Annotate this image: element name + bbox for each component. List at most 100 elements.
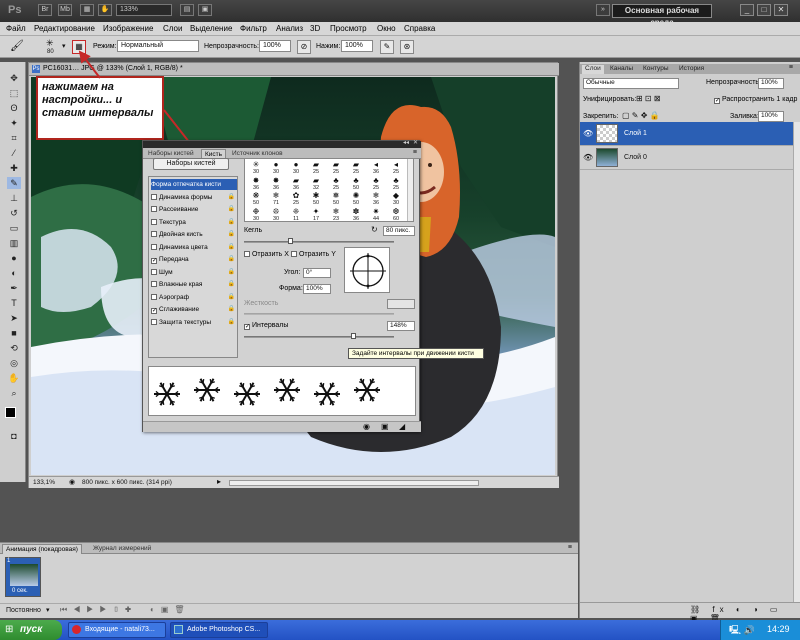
tab-history[interactable]: История xyxy=(676,65,707,74)
spacing-slider-knob[interactable] xyxy=(351,333,357,339)
brush-tip[interactable]: ♣ 25 xyxy=(367,176,385,191)
tab-measurement-log[interactable]: Журнал измерений xyxy=(90,544,154,554)
brush-tip[interactable]: ▰ 25 xyxy=(347,160,365,175)
checkbox-icon[interactable] xyxy=(151,281,157,287)
flip-x-box[interactable] xyxy=(244,251,250,257)
brush-tip[interactable]: ♣ 25 xyxy=(327,176,345,191)
brush-tip[interactable]: ▰ 32 xyxy=(307,176,325,191)
layers-menu-icon[interactable]: ≡ xyxy=(789,64,793,71)
propagate-check-icon[interactable]: ✓ xyxy=(714,98,720,104)
lock-icon[interactable]: 🔒 xyxy=(228,254,235,265)
checkbox-icon[interactable] xyxy=(151,206,157,212)
brush-option-item[interactable]: ✓ Сглаживание 🔒 xyxy=(151,304,237,315)
angle-input[interactable]: 0° xyxy=(303,268,331,278)
lock-icons[interactable]: ▢ ✎ ✥ 🔒 xyxy=(622,111,660,120)
loop-select[interactable]: Постоянно xyxy=(6,607,41,614)
frame-action-icons[interactable]: ◐▣🗑 xyxy=(150,605,191,614)
brush-tip[interactable]: ● 30 xyxy=(267,160,285,175)
panel-close-icon[interactable]: ✕ xyxy=(413,139,418,146)
animation-frame-1[interactable]: 1 0 сек. xyxy=(5,557,41,597)
brush-tip[interactable]: ◂ 25 xyxy=(387,160,405,175)
checkbox-icon[interactable] xyxy=(151,193,157,200)
collapse-icon[interactable]: ◂◂ xyxy=(403,139,409,146)
brush-tip[interactable]: ◂ 36 xyxy=(367,160,385,175)
size-slider-knob[interactable] xyxy=(287,238,293,244)
fill-input[interactable]: 100% xyxy=(758,111,784,122)
lock-icon[interactable]: 🔒 xyxy=(228,242,235,253)
brush-panel-titlebar[interactable]: ◂◂ ✕ xyxy=(143,139,421,148)
checkbox-icon[interactable] xyxy=(151,318,157,325)
brush-tip[interactable]: ❄ 23 xyxy=(327,207,345,222)
new-brush-icon[interactable]: ▣ xyxy=(381,422,389,431)
spacing-check-icon[interactable]: ✓ xyxy=(244,324,250,330)
brush-tip[interactable]: ♣ 25 xyxy=(387,176,405,191)
layer-opacity-input[interactable]: 100% xyxy=(758,78,784,89)
brush-tip[interactable]: ✦ 17 xyxy=(307,207,325,222)
brush-tip[interactable]: ● 30 xyxy=(287,160,305,175)
brush-tip[interactable]: ❈ 11 xyxy=(287,207,305,222)
loop-dropdown-icon[interactable]: ▾ xyxy=(46,606,50,614)
eye-icon[interactable]: 👁 xyxy=(583,153,593,162)
panel-menu-icon[interactable]: ≡ xyxy=(413,149,417,156)
spacing-input[interactable]: 148% xyxy=(387,321,415,331)
brush-tip[interactable]: ❊ 30 xyxy=(267,207,285,222)
tab-animation[interactable]: Анимация (покадровая) xyxy=(2,544,82,554)
lock-icon[interactable]: 🔒 xyxy=(228,304,235,315)
brush-tip[interactable]: ✺ 50 xyxy=(347,191,365,206)
brush-presets-button[interactable]: Наборы кистей xyxy=(153,158,229,170)
brush-tip[interactable]: ◆ 30 xyxy=(387,191,405,206)
lock-icon[interactable]: 🔒 xyxy=(228,217,235,228)
checkbox-icon[interactable] xyxy=(151,268,157,275)
tab-layers[interactable]: Слои xyxy=(582,65,604,74)
lock-icon[interactable]: 🔒 xyxy=(228,204,235,215)
brush-tip[interactable]: ❋ 50 xyxy=(247,191,265,206)
brush-tip[interactable]: ✱ 50 xyxy=(307,191,325,206)
brush-tip[interactable]: ❅ 50 xyxy=(327,191,345,206)
checkbox-icon[interactable] xyxy=(151,243,157,250)
taskbar-item-opera[interactable]: Входящие - natali73... xyxy=(68,622,166,638)
checkbox-icon[interactable]: ✓ xyxy=(151,308,157,314)
brush-tip[interactable]: ❄ 71 xyxy=(267,191,285,206)
tip-grid-scrollbar[interactable] xyxy=(407,159,413,221)
brush-option-item[interactable]: Двойная кисть 🔒 xyxy=(151,229,237,240)
brush-tip[interactable]: ✿ 25 xyxy=(287,191,305,206)
tab-paths[interactable]: Контуры xyxy=(640,65,672,74)
roundness-input[interactable]: 100% xyxy=(303,284,331,294)
lock-icon[interactable]: 🔒 xyxy=(228,292,235,303)
taskbar-item-photoshop[interactable]: Adobe Photoshop CS... xyxy=(170,622,268,638)
brush-option-item[interactable]: Шум 🔒 xyxy=(151,267,237,278)
brush-option-item[interactable]: Динамика формы 🔒 xyxy=(151,192,237,203)
flip-y-checkbox[interactable]: Отразить Y xyxy=(291,251,336,258)
flip-x-checkbox[interactable]: Отразить X xyxy=(244,251,289,258)
brush-tip[interactable]: ❆ 60 xyxy=(387,207,405,222)
panel-resize-icon[interactable]: ◢ xyxy=(399,422,405,431)
brush-tip[interactable]: ✷ 44 xyxy=(367,207,385,222)
lock-icon[interactable]: 🔒 xyxy=(228,229,235,240)
layers-scrollbar[interactable] xyxy=(793,122,800,602)
lock-icon[interactable]: 🔒 xyxy=(228,267,235,278)
reset-size-icon[interactable]: ↻ xyxy=(371,225,378,234)
toggle-preview-icon[interactable]: ◉ xyxy=(363,422,370,431)
lock-icon[interactable]: 🔒 xyxy=(228,317,235,328)
animation-menu-icon[interactable]: ≡ xyxy=(568,544,572,551)
brush-option-item[interactable]: Форма отпечатка кисти xyxy=(151,179,237,190)
spacing-checkbox[interactable]: ✓ Интервалы xyxy=(244,322,288,330)
brush-option-item[interactable]: Влажные края 🔒 xyxy=(151,279,237,290)
checkbox-icon[interactable] xyxy=(151,231,157,237)
frame-delay[interactable]: 0 сек. xyxy=(12,588,28,594)
brush-tip[interactable]: ✽ 36 xyxy=(347,207,365,222)
checkbox-icon[interactable]: ✓ xyxy=(151,258,157,264)
tray-icons[interactable]: 🖳 🔊 xyxy=(729,623,755,639)
brush-tip[interactable]: ✸ 36 xyxy=(267,176,285,191)
brush-option-item[interactable]: Динамика цвета 🔒 xyxy=(151,242,237,253)
lock-icon[interactable]: 🔒 xyxy=(228,279,235,290)
checkbox-icon[interactable] xyxy=(151,218,157,225)
brush-tip[interactable]: ▰ 25 xyxy=(327,160,345,175)
layer-row-1[interactable]: 👁 Слой 1 xyxy=(580,122,793,146)
brush-option-item[interactable]: Защита текстуры 🔒 xyxy=(151,317,237,328)
checkbox-icon[interactable] xyxy=(151,293,157,300)
size-input[interactable]: 80 пикс. xyxy=(383,226,415,236)
brush-tip[interactable]: ♣ 50 xyxy=(347,176,365,191)
eye-icon[interactable]: 👁 xyxy=(583,129,593,138)
brush-tip[interactable]: ✸ 36 xyxy=(247,176,265,191)
